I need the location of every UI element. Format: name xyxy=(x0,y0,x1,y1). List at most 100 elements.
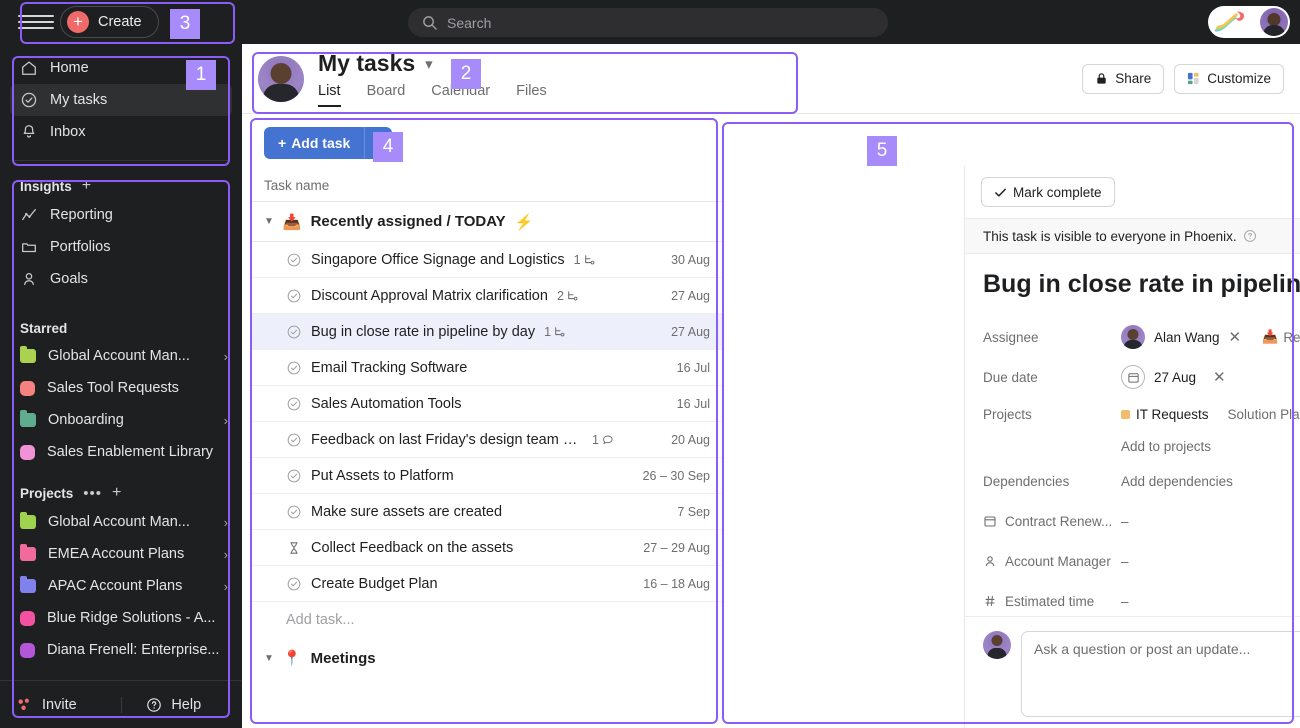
dot-swatch-icon xyxy=(20,610,35,626)
chevron-down-icon[interactable]: ▾ xyxy=(425,55,433,73)
starred-item-sales-enablement-library[interactable]: Sales Enablement Library xyxy=(0,436,242,468)
insights-section-header: Insights + xyxy=(0,177,242,195)
account-cluster[interactable] xyxy=(1208,6,1290,38)
custom-field-name: Estimated time xyxy=(1005,593,1095,609)
chevron-right-icon[interactable]: › xyxy=(224,579,228,594)
check-circle-icon[interactable] xyxy=(286,324,302,340)
table-row[interactable]: Put Assets to Platform 26 – 30 Sep xyxy=(250,458,724,494)
hamburger-icon[interactable] xyxy=(18,15,54,29)
add-to-projects-button[interactable]: Add to projects xyxy=(1121,439,1211,454)
hourglass-icon[interactable] xyxy=(286,540,302,556)
project-item-apac-account-plans[interactable]: APAC Account Plans › xyxy=(0,570,242,602)
check-circle-icon[interactable] xyxy=(286,468,302,484)
table-row[interactable]: Singapore Office Signage and Logistics 1… xyxy=(250,242,724,278)
search-input[interactable]: Search xyxy=(408,8,888,37)
help-circle-icon[interactable] xyxy=(1243,229,1257,243)
sidebar-item-goals[interactable]: Goals xyxy=(10,263,232,295)
field-value[interactable]: Alan Wang ✕ 📥 Recently assigned / TODAY … xyxy=(1121,325,1300,349)
task-title[interactable]: Bug in close rate in pipeline by day xyxy=(983,270,1300,299)
field-value[interactable]: 27 Aug ✕ xyxy=(1121,365,1226,389)
custom-field-value[interactable]: – xyxy=(1121,554,1129,569)
section-header-meetings[interactable]: ▼ 📍 Meetings xyxy=(250,638,724,678)
check-circle-icon[interactable] xyxy=(286,396,302,412)
clear-assignee-icon[interactable]: ✕ xyxy=(1229,328,1242,346)
check-icon xyxy=(995,188,1006,197)
project-item-diana-frenell[interactable]: Diana Frenell: Enterprise... xyxy=(0,634,242,666)
folder-swatch-icon xyxy=(20,512,36,529)
insights-title: Insights xyxy=(20,178,72,194)
sidebar-item-inbox[interactable]: Inbox xyxy=(10,116,232,148)
project-item-emea-account-plans[interactable]: EMEA Account Plans › xyxy=(0,538,242,570)
upgrade-rainbow-icon xyxy=(1214,11,1245,32)
avatar[interactable] xyxy=(258,55,304,102)
starred-title: Starred xyxy=(20,321,68,336)
table-row[interactable]: Make sure assets are created 7 Sep xyxy=(250,494,724,530)
section-header-recently-assigned[interactable]: ▼ 📥 Recently assigned / TODAY ⚡ xyxy=(250,202,724,242)
starred-item-sales-tool-requests[interactable]: Sales Tool Requests xyxy=(0,372,242,404)
check-circle-icon[interactable] xyxy=(286,504,302,520)
check-circle-icon[interactable] xyxy=(286,252,302,268)
custom-field-value[interactable]: – xyxy=(1121,514,1129,529)
starred-item-global-account[interactable]: Global Account Man... › xyxy=(0,340,242,372)
search-placeholder: Search xyxy=(447,14,492,31)
check-circle-icon[interactable] xyxy=(286,360,302,376)
caret-down-icon[interactable]: ▼ xyxy=(264,216,274,227)
invite-button[interactable]: Invite xyxy=(16,696,121,713)
add-insight-button[interactable]: + xyxy=(82,177,91,195)
project-item-global-account[interactable]: Global Account Man... › xyxy=(0,506,242,538)
list-toolbar: + Add task ▾ xyxy=(250,116,724,170)
project-item-blue-ridge-solutions[interactable]: Blue Ridge Solutions - A... xyxy=(0,602,242,634)
create-button[interactable]: + Create xyxy=(60,6,159,38)
subtask-icon xyxy=(555,326,565,336)
table-row[interactable]: Sales Automation Tools 16 Jul xyxy=(250,386,724,422)
share-button[interactable]: Share xyxy=(1082,63,1165,94)
customize-button[interactable]: Customize xyxy=(1174,63,1284,94)
tab-board[interactable]: Board xyxy=(367,83,406,107)
table-row[interactable]: Feedback on last Friday's design team pr… xyxy=(250,422,724,458)
clear-due-date-icon[interactable]: ✕ xyxy=(1213,368,1226,386)
avatar[interactable] xyxy=(1260,8,1288,36)
project-item-label: Global Account Man... xyxy=(48,514,190,530)
table-row[interactable]: Email Tracking Software 16 Jul xyxy=(250,350,724,386)
mark-complete-button[interactable]: Mark complete xyxy=(981,177,1115,207)
tab-list[interactable]: List xyxy=(318,83,341,107)
sidebar-divider xyxy=(14,160,228,161)
sidebar-item-label: Reporting xyxy=(50,207,113,223)
add-task-inline-placeholder[interactable]: Add task... xyxy=(250,602,724,638)
help-button[interactable]: Help xyxy=(120,696,227,713)
check-circle-icon[interactable] xyxy=(286,432,302,448)
table-row[interactable]: Collect Feedback on the assets 27 – 29 A… xyxy=(250,530,724,566)
subtask-count: 1 xyxy=(544,324,552,339)
task-name: Email Tracking Software xyxy=(311,359,468,376)
chevron-right-icon[interactable]: › xyxy=(224,413,228,428)
calendar-icon xyxy=(984,516,996,527)
project-color-swatch-icon xyxy=(1121,409,1130,419)
check-circle-icon[interactable] xyxy=(286,288,302,304)
project-subsection-chip[interactable]: Solution Planning ▾ xyxy=(1228,407,1300,422)
assignee-section-chip[interactable]: 📥 Recently assigned / TODAY ▾ xyxy=(1262,329,1300,345)
chevron-right-icon[interactable]: › xyxy=(224,349,228,364)
table-row[interactable]: Bug in close rate in pipeline by day 1 2… xyxy=(250,314,724,350)
comment-input-row: Ask a question or post an update... xyxy=(983,631,1300,717)
table-row[interactable]: Discount Approval Matrix clarification 2… xyxy=(250,278,724,314)
tab-files[interactable]: Files xyxy=(516,83,547,107)
lock-icon xyxy=(1097,73,1106,84)
add-task-button[interactable]: + Add task xyxy=(264,127,365,159)
check-circle-icon[interactable] xyxy=(286,576,302,592)
project-chip[interactable]: IT Requests xyxy=(1121,407,1209,422)
chevron-right-icon[interactable]: › xyxy=(224,547,228,562)
field-assignee: Assignee Alan Wang ✕ 📥 Recently assigned… xyxy=(983,317,1300,357)
caret-down-icon[interactable]: ▼ xyxy=(264,653,274,664)
starred-item-onboarding[interactable]: Onboarding › xyxy=(0,404,242,436)
add-dependencies-button[interactable]: Add dependencies xyxy=(1121,474,1233,489)
sidebar-item-portfolios[interactable]: Portfolios xyxy=(10,231,232,263)
add-project-button[interactable]: + xyxy=(112,484,121,502)
comment-input[interactable]: Ask a question or post an update... xyxy=(1021,631,1300,717)
header-actions: Share Customize xyxy=(1082,63,1284,94)
search-icon xyxy=(423,16,437,30)
sidebar-item-reporting[interactable]: Reporting xyxy=(10,199,232,231)
chevron-right-icon[interactable]: › xyxy=(224,515,228,530)
projects-more-button[interactable]: ••• xyxy=(83,485,102,502)
table-row[interactable]: Create Budget Plan 16 – 18 Aug xyxy=(250,566,724,602)
custom-field-value[interactable]: – xyxy=(1121,594,1129,609)
